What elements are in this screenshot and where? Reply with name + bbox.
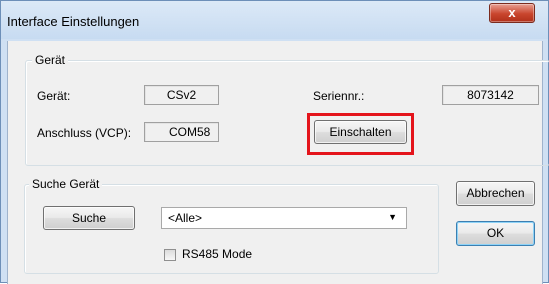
- device-groupbox: Gerät: [25, 53, 549, 166]
- search-group-legend: Suche Gerät: [29, 177, 103, 191]
- device-label: Gerät:: [37, 89, 71, 103]
- title-bar[interactable]: Interface Einstellungen x: [1, 1, 548, 39]
- device-filter-select[interactable]: <Alle> ▼: [161, 207, 407, 229]
- close-button[interactable]: x: [489, 3, 535, 23]
- power-on-button[interactable]: Einschalten: [314, 120, 407, 144]
- search-button[interactable]: Suche: [43, 206, 135, 230]
- dialog-window: Interface Einstellungen x Gerät Gerät: C…: [0, 0, 549, 284]
- chevron-down-icon[interactable]: ▼: [388, 212, 397, 222]
- device-value-field: CSv2: [144, 85, 219, 105]
- rs485-checkbox[interactable]: [164, 249, 176, 261]
- device-filter-value: <Alle>: [168, 211, 203, 225]
- serial-label: Seriennr.:: [313, 89, 365, 103]
- port-label: Anschluss (VCP):: [37, 126, 132, 140]
- serial-value-field: 8073142: [442, 85, 539, 105]
- rs485-label: RS485 Mode: [182, 247, 253, 261]
- port-value-field: COM58: [144, 122, 219, 142]
- cancel-button[interactable]: Abbrechen: [456, 181, 535, 206]
- ok-button[interactable]: OK: [456, 221, 535, 246]
- close-icon: x: [508, 5, 516, 20]
- device-group-legend: Gerät: [32, 53, 69, 67]
- window-title: Interface Einstellungen: [7, 14, 140, 29]
